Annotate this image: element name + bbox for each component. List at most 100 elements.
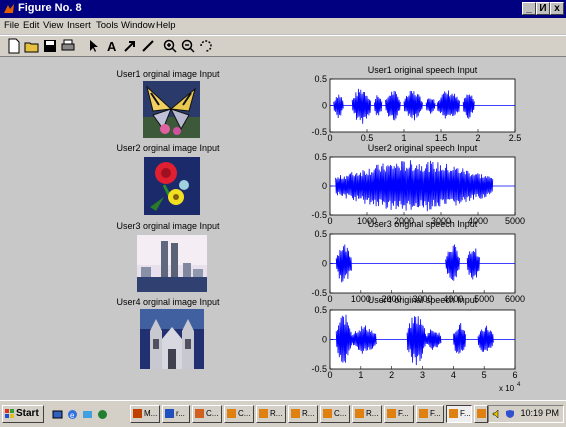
save-icon[interactable] [42,38,58,54]
start-button[interactable]: Start [2,405,44,423]
app-icon [165,409,174,419]
system-tray: 10:19 PM [488,405,564,423]
x-scale-exponent: 4 [517,382,521,388]
plot-title-3: User3 original speech Input [368,219,478,229]
menu-edit[interactable]: Edit [23,20,39,31]
x-tick-label: 0 [327,370,332,380]
taskbar-button-11[interactable]: F... [446,405,472,423]
x-tick-label: 6 [512,370,517,380]
y-tick-label: -0.5 [311,210,327,220]
figure-canvas: User1 orginal image Input User2 orginal … [0,57,566,400]
taskbar-button-1[interactable]: M... [130,405,160,423]
plot-title-1: User1 original speech Input [368,65,478,75]
plot-title-2: User2 original speech Input [368,143,478,153]
insert-line-icon[interactable] [140,38,156,54]
app-icon [449,409,458,419]
new-figure-icon[interactable] [6,38,22,54]
outlook-icon[interactable] [82,409,93,420]
menu-window[interactable]: Window [121,20,155,31]
x-tick-label: 3 [420,370,425,380]
open-file-icon[interactable] [24,38,40,54]
app-icon [419,409,428,419]
y-tick-label: -0.5 [311,364,327,374]
y-tick-label: 0 [322,259,327,269]
internet-explorer-icon[interactable]: e [67,409,78,420]
close-button[interactable]: x [550,2,564,15]
menu-bar: File Edit View Insert Tools Window Help [0,18,566,34]
y-tick-label: 0 [322,181,327,191]
insert-text-icon[interactable]: A [104,38,120,54]
maximize-button[interactable]: И [536,2,550,15]
print-icon[interactable] [60,38,76,54]
menu-file[interactable]: File [4,20,19,31]
menu-view[interactable]: View [43,20,63,31]
speech-plots: User1 original speech Input0.50-0.50 0.5 1… [311,65,525,393]
x-tick-label: 5000 [505,216,525,226]
x-tick-label: 6000 [505,294,525,304]
app-icon [387,409,396,419]
taskbar-button-9[interactable]: F... [384,405,414,423]
plot-title-4: User4 original speech Input [368,295,478,305]
rotate-3d-icon[interactable] [198,38,214,54]
zoom-in-icon[interactable] [162,38,178,54]
app-icon [355,409,364,419]
title-bar: Figure No. 8 _ И x [0,0,566,18]
y-tick-label: -0.5 [311,288,327,298]
app-icon [259,409,268,419]
taskbar-button-3[interactable]: C... [192,405,222,423]
taskbar-button-5[interactable]: R... [256,405,286,423]
app-icon [477,409,486,419]
svg-text:e: e [70,411,75,420]
taskbar: Start e M... r... C... C... R... R... C.… [0,400,566,427]
volume-icon[interactable] [492,409,502,419]
menu-help[interactable]: Help [156,20,176,31]
media-player-icon[interactable] [97,409,108,420]
windows-logo-icon [5,408,14,418]
app-icon [291,409,300,419]
matlab-icon [4,4,14,13]
menu-insert[interactable]: Insert [67,20,91,31]
x-tick-label: 2 [389,370,394,380]
taskbar-button-12[interactable] [474,405,488,423]
svg-text:A: A [107,39,117,54]
shield-icon[interactable] [505,409,515,419]
y-tick-label: 0.5 [314,305,327,315]
x-tick-label: 2.5 [509,133,522,143]
y-tick-label: 0.5 [314,74,327,84]
x-tick-label: 1.5 [435,133,448,143]
taskbar-button-6[interactable]: R... [288,405,318,423]
y-tick-label: 0.5 [314,152,327,162]
x-tick-label: 1 [358,370,363,380]
taskbar-button-4[interactable]: C... [224,405,254,423]
taskbar-button-2[interactable]: r... [162,405,190,423]
app-icon [227,409,236,419]
x-tick-label: 1 [401,133,406,143]
y-tick-label: 0 [322,101,327,111]
show-desktop-icon[interactable] [52,409,63,420]
x-tick-label: 2 [475,133,480,143]
x-tick-label: 0 [327,216,332,226]
toolbar: A [0,35,566,57]
select-arrow-icon[interactable] [86,38,102,54]
app-icon [323,409,332,419]
x-tick-label: 4 [451,370,456,380]
taskbar-button-10[interactable]: F... [416,405,444,423]
app-icon [195,409,204,419]
x-tick-label: 0.5 [361,133,374,143]
insert-arrow-icon[interactable] [122,38,138,54]
clock: 10:19 PM [520,408,559,418]
x-tick-label: 5 [482,370,487,380]
y-tick-label: -0.5 [311,127,327,137]
window-title: Figure No. 8 [18,2,82,14]
y-tick-label: 0 [322,335,327,345]
menu-tools[interactable]: Tools [96,20,118,31]
app-icon [133,409,142,419]
x-scale-label: x 10 [499,384,515,393]
zoom-out-icon[interactable] [180,38,196,54]
taskbar-button-8[interactable]: R... [352,405,382,423]
taskbar-button-7[interactable]: C... [320,405,350,423]
minimize-button[interactable]: _ [522,2,536,15]
x-tick-label: 0 [327,133,332,143]
x-tick-label: 0 [327,294,332,304]
y-tick-label: 0.5 [314,229,327,239]
